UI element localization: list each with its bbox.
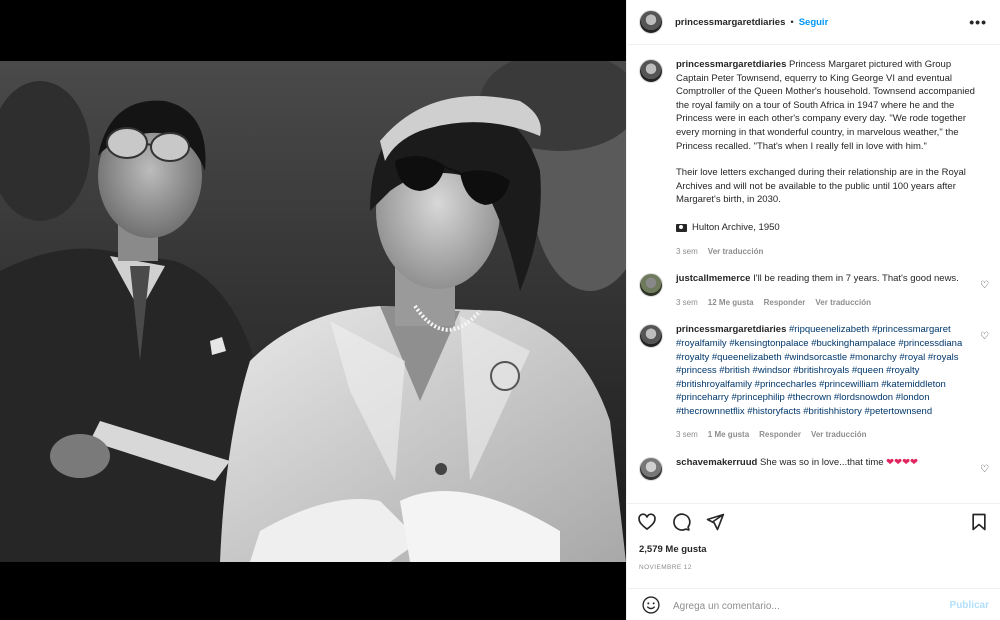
publish-button[interactable]: Publicar xyxy=(950,600,989,611)
comment-like-heart-icon[interactable]: ♡ xyxy=(980,464,989,475)
comment-time[interactable]: 3 sem xyxy=(676,296,698,310)
comment-like-heart-icon[interactable]: ♡ xyxy=(980,331,989,342)
commenter-avatar[interactable] xyxy=(639,457,663,482)
comment-username[interactable]: justcallmemerce xyxy=(676,273,750,284)
commenter-avatar[interactable] xyxy=(639,273,663,298)
author-avatar[interactable] xyxy=(639,10,663,34)
post-photo[interactable] xyxy=(0,61,626,562)
caption-meta: 3 sem Ver traducción xyxy=(676,245,976,259)
like-heart-icon[interactable] xyxy=(637,512,657,535)
post-date[interactable]: NOVIEMBRE 12 xyxy=(639,564,692,571)
red-heart-emoji: ❤❤❤❤ xyxy=(886,457,919,469)
comment-hashtags[interactable]: #ripqueenelizabeth #princessmargaret #ro… xyxy=(676,324,962,417)
action-icons xyxy=(637,512,725,535)
comment-input[interactable]: Agrega un comentario... xyxy=(673,601,780,612)
comment-translate-link[interactable]: Ver traducción xyxy=(811,428,867,442)
comment-item: schavemakerruud She was so in love...tha… xyxy=(639,456,989,482)
photo-credit-text: Hulton Archive, 1950 xyxy=(692,221,780,233)
comment-translate-link[interactable]: Ver traducción xyxy=(815,296,871,310)
more-horizontal-icon[interactable]: ••• xyxy=(969,14,987,30)
comment-time[interactable]: 3 sem xyxy=(676,428,698,442)
comment-meta: 3 sem 12 Me gusta Responder Ver traducci… xyxy=(676,296,976,310)
caption-time[interactable]: 3 sem xyxy=(676,245,698,259)
follow-button[interactable]: Seguir xyxy=(799,17,829,28)
post-media[interactable] xyxy=(0,0,626,620)
post-header: princessmargaretdiaries • Seguir ••• xyxy=(627,0,1000,45)
save-bookmark-icon[interactable] xyxy=(969,512,989,535)
comment-meta: 3 sem 1 Me gusta Responder Ver traducció… xyxy=(676,428,976,442)
comment-text: She was so in love...that time xyxy=(759,457,884,469)
author-username[interactable]: princessmargaretdiaries xyxy=(675,17,785,28)
caption-text: Princess Margaret pictured with Group Ca… xyxy=(676,59,975,152)
post-actions: 2,579 Me gusta NOVIEMBRE 12 Agrega un co… xyxy=(627,503,1000,620)
comment-like-heart-icon[interactable]: ♡ xyxy=(980,280,989,291)
comments-list[interactable]: princessmargaretdiaries Princess Margare… xyxy=(627,46,1000,501)
add-comment-bar: Agrega un comentario... Publicar xyxy=(627,588,1000,620)
post-side-panel: princessmargaretdiaries • Seguir ••• pri… xyxy=(626,0,1000,620)
comment-likes[interactable]: 12 Me gusta xyxy=(708,296,754,310)
comment-likes[interactable]: 1 Me gusta xyxy=(708,428,749,442)
caption-text-2: Their love letters exchanged during thei… xyxy=(676,167,966,206)
caption-translate-link[interactable]: Ver traducción xyxy=(708,245,764,259)
likes-count[interactable]: 2,579 Me gusta xyxy=(639,544,707,555)
emoji-smile-icon[interactable] xyxy=(641,595,661,618)
comment-item: princessmargaretdiaries #ripqueenelizabe… xyxy=(639,323,989,442)
comment-bubble-icon[interactable] xyxy=(671,512,691,535)
header-separator: • xyxy=(790,16,794,28)
comment-username[interactable]: princessmargaretdiaries xyxy=(676,324,786,335)
share-paper-plane-icon[interactable] xyxy=(705,512,725,535)
comment-text: I'll be reading them in 7 years. That's … xyxy=(753,273,959,285)
camera-icon xyxy=(676,223,687,232)
reply-button[interactable]: Responder xyxy=(759,428,801,442)
caption-avatar[interactable] xyxy=(639,59,663,83)
comment-item: justcallmemerce I'll be reading them in … xyxy=(639,272,989,309)
photo-credit: Hulton Archive, 1950 xyxy=(676,221,976,235)
commenter-avatar[interactable] xyxy=(639,324,663,349)
bw-photo-princess-margaret-and-townsend xyxy=(0,61,626,562)
reply-button[interactable]: Responder xyxy=(764,296,806,310)
caption-username[interactable]: princessmargaretdiaries xyxy=(676,59,786,70)
instagram-post: princessmargaretdiaries • Seguir ••• pri… xyxy=(0,0,1000,620)
caption: princessmargaretdiaries Princess Margare… xyxy=(639,58,989,258)
comment-username[interactable]: schavemakerruud xyxy=(676,457,757,468)
